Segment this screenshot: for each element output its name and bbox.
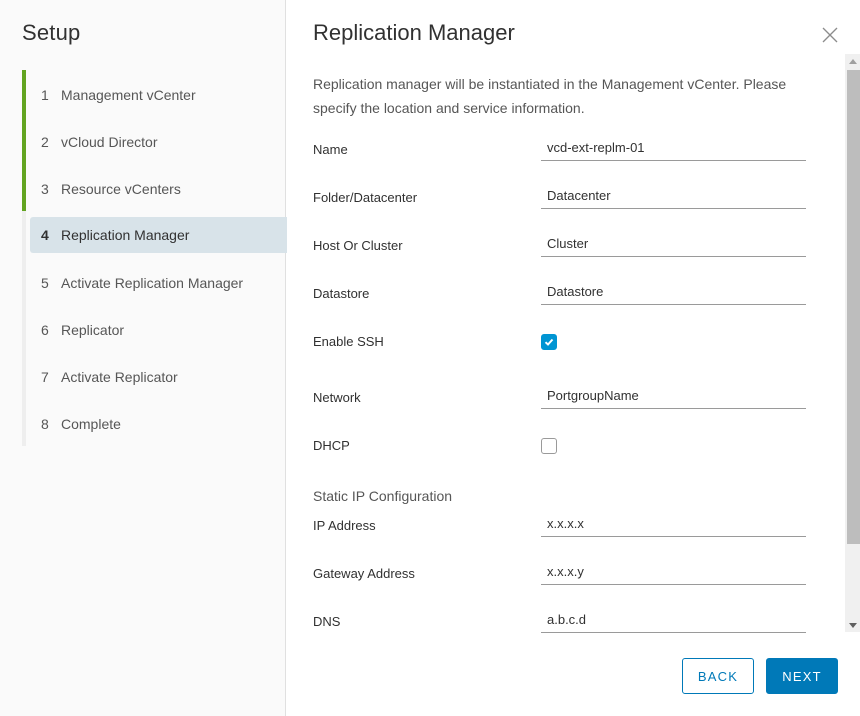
progress-bar (22, 70, 26, 211)
wizard-steps: 1 Management vCenter 2 vCloud Director 3… (22, 70, 290, 446)
name-input[interactable]: vcd-ext-replm-01 (541, 137, 806, 161)
step-vcloud-director[interactable]: 2 vCloud Director (30, 124, 290, 160)
step-number: 2 (41, 134, 49, 150)
step-management-vcenter[interactable]: 1 Management vCenter (30, 77, 290, 113)
ssh-checkbox[interactable] (541, 334, 557, 350)
step-label: Replicator (61, 322, 125, 338)
name-label: Name (313, 142, 348, 157)
back-button[interactable]: BACK (682, 658, 754, 694)
gateway-label: Gateway Address (313, 566, 415, 581)
datastore-label: Datastore (313, 286, 370, 301)
gateway-input[interactable]: x.x.x.y (541, 561, 806, 585)
step-label: Complete (61, 416, 121, 432)
step-number: 8 (41, 416, 49, 432)
host-input[interactable]: Cluster (541, 233, 806, 257)
scroll-up-button[interactable] (845, 54, 860, 68)
folder-input[interactable]: Datacenter (541, 185, 806, 209)
network-label: Network (313, 390, 361, 405)
step-number: 6 (41, 322, 49, 338)
scroll-thumb[interactable] (847, 70, 860, 544)
host-label: Host Or Cluster (313, 238, 403, 253)
step-number: 5 (41, 275, 49, 291)
network-input[interactable]: PortgroupName (541, 385, 806, 409)
dns-input[interactable]: a.b.c.d (541, 609, 806, 633)
step-activate-replication-manager[interactable]: 5 Activate Replication Manager (30, 265, 290, 301)
close-icon (822, 27, 838, 43)
sidebar-title: Setup (22, 20, 81, 45)
dhcp-checkbox[interactable] (541, 438, 557, 454)
folder-label: Folder/Datacenter (313, 190, 418, 205)
dns-label: DNS (313, 614, 341, 629)
scrollbar[interactable] (845, 54, 860, 632)
step-complete[interactable]: 8 Complete (30, 406, 290, 442)
step-activate-replicator[interactable]: 7 Activate Replicator (30, 359, 290, 395)
intro-text: Replication manager will be instantiated… (313, 76, 787, 116)
ip-label: IP Address (313, 518, 376, 533)
next-button[interactable]: NEXT (766, 658, 838, 694)
step-label: Activate Replicator (61, 369, 178, 385)
ssh-label: Enable SSH (313, 334, 384, 349)
step-number: 4 (41, 227, 49, 243)
checkmark-icon (544, 338, 554, 346)
step-resource-vcenters[interactable]: 3 Resource vCenters (30, 171, 290, 207)
wizard-content: Replication Manager Replication manager … (287, 0, 860, 716)
page-title: Replication Manager (313, 20, 515, 45)
step-label: vCloud Director (61, 134, 158, 150)
step-label: Activate Replication Manager (61, 275, 244, 291)
step-number: 1 (41, 87, 49, 103)
static-ip-section-label: Static IP Configuration (313, 488, 453, 504)
dhcp-label: DHCP (313, 438, 350, 453)
wizard-sidebar: Setup 1 Management vCenter 2 vCloud Dire… (0, 0, 290, 716)
step-replicator[interactable]: 6 Replicator (30, 312, 290, 348)
ip-input[interactable]: x.x.x.x (541, 513, 806, 537)
step-label: Resource vCenters (61, 181, 181, 197)
close-button[interactable] (821, 26, 839, 44)
arrow-down-icon (848, 622, 857, 628)
step-number: 7 (41, 369, 49, 385)
datastore-input[interactable]: Datastore (541, 281, 806, 305)
step-replication-manager[interactable]: 4 Replication Manager (30, 217, 290, 253)
step-label: Replication Manager (61, 227, 190, 243)
step-label: Management vCenter (61, 87, 196, 103)
arrow-up-icon (848, 58, 857, 64)
scroll-down-button[interactable] (845, 618, 860, 632)
step-number: 3 (41, 181, 49, 197)
